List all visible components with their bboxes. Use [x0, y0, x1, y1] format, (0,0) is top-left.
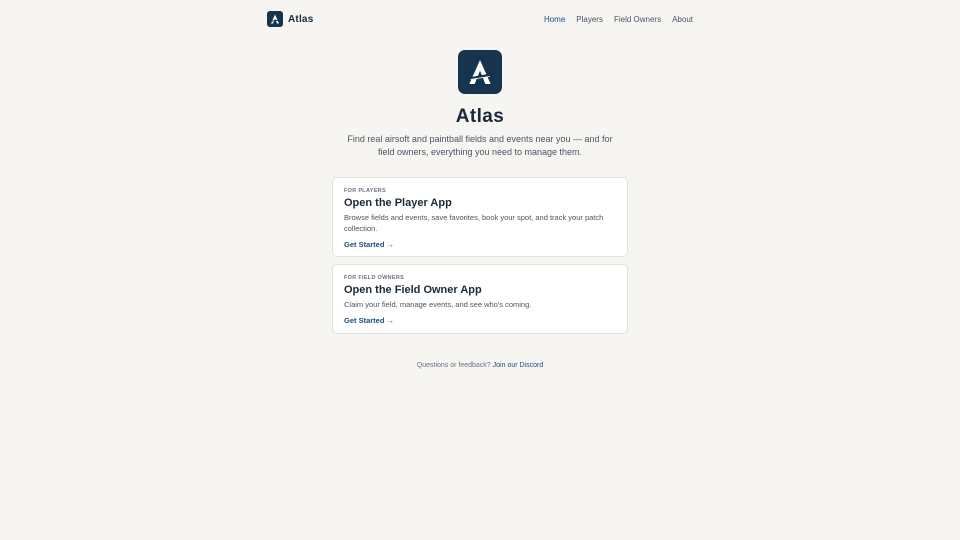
- field-owner-get-started-link[interactable]: Get Started →: [344, 316, 394, 325]
- atlas-logo-icon: [267, 11, 283, 27]
- field-owner-app-card: FOR FIELD OWNERS Open the Field Owner Ap…: [332, 264, 628, 334]
- card-eyebrow: FOR PLAYERS: [344, 188, 386, 194]
- nav-home-link[interactable]: Home: [544, 15, 565, 24]
- nav-field-owners-link[interactable]: Field Owners: [614, 15, 661, 24]
- card-title: Open the Player App: [344, 197, 452, 209]
- brand-name: Atlas: [288, 13, 314, 25]
- nav-links: Home Players Field Owners About: [544, 15, 693, 24]
- footer: Questions or feedback? Join our Discord: [0, 362, 960, 369]
- hero-subtitle: Find real airsoft and paintball fields a…: [347, 134, 613, 157]
- page-title: Atlas: [455, 106, 505, 127]
- card-description: Browse fields and events, save favorites…: [344, 213, 604, 233]
- brand[interactable]: Atlas: [267, 11, 313, 27]
- player-get-started-link[interactable]: Get Started →: [344, 240, 394, 249]
- hero-atlas-logo-icon: [458, 50, 502, 94]
- nav-players-link[interactable]: Players: [576, 15, 603, 24]
- nav-about-link[interactable]: About: [672, 15, 693, 24]
- top-nav: Atlas Home Players Field Owners About: [267, 10, 693, 28]
- footer-text: Questions or feedback?: [416, 362, 491, 369]
- card-title: Open the Field Owner App: [344, 284, 482, 296]
- card-description: Claim your field, manage events, and see…: [344, 300, 532, 309]
- player-app-card: FOR PLAYERS Open the Player App Browse f…: [332, 177, 628, 257]
- card-eyebrow: FOR FIELD OWNERS: [344, 275, 405, 281]
- discord-link[interactable]: Join our Discord: [493, 362, 544, 369]
